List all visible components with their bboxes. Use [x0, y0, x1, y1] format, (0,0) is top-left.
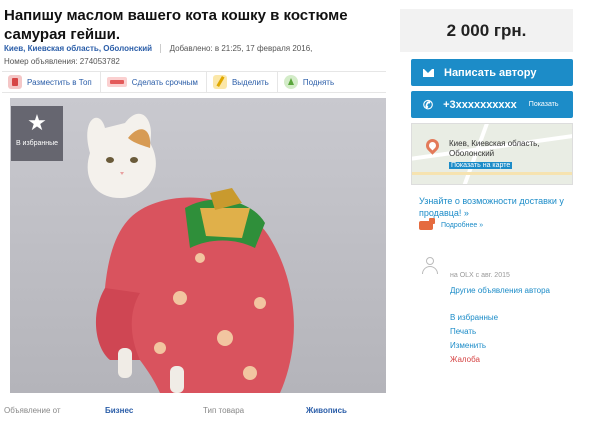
favorites-label: В избранные — [15, 140, 59, 147]
highlighter-pencil-icon — [212, 75, 227, 89]
highlight-label: Выделить — [231, 77, 269, 87]
make-urgent-label: Сделать срочным — [131, 77, 198, 87]
ad-added-date: Добавлено: в 21:25, 17 февраля 2016, — [169, 44, 313, 53]
star-icon: ★ — [27, 110, 47, 135]
promote-top-button[interactable]: Разместить в Топ — [2, 72, 101, 92]
delivery-more-link[interactable]: Подробнее » — [441, 222, 483, 229]
show-on-map-link[interactable]: Показать на карте — [449, 162, 513, 169]
cat-in-kimono-image — [10, 98, 386, 393]
delivery-truck-icon — [419, 218, 435, 230]
user-avatar-icon — [421, 257, 439, 275]
add-to-favorites-badge[interactable]: ★ В избранные — [11, 106, 63, 161]
offer-from-label: Объявление от — [4, 406, 61, 415]
raise-label: Поднять — [302, 77, 335, 87]
ad-meta: Киев, Киевская область, Оболонский Добав… — [4, 44, 313, 54]
other-ads-link[interactable]: Другие объявления автора — [450, 286, 550, 295]
promote-top-label: Разместить в Топ — [27, 77, 92, 87]
complaint-link[interactable]: Жалоба — [450, 353, 498, 367]
print-link[interactable]: Печать — [450, 325, 498, 339]
delivery-info-link[interactable]: Узнайте о возможности доставки у продавц… — [419, 195, 569, 219]
write-author-button[interactable]: Написать автору — [411, 59, 573, 86]
ad-title: Напишу маслом вашего кота кошку в костюм… — [4, 7, 348, 43]
phone-number: +3xxxxxxxxxx — [443, 98, 517, 111]
product-type-value[interactable]: Живопись — [306, 406, 347, 415]
ad-tools-list: В избранные Печать Изменить Жалоба — [450, 311, 498, 367]
edit-link[interactable]: Изменить — [450, 339, 498, 353]
offer-from-value[interactable]: Бизнес — [105, 406, 133, 415]
price: 2 000 грн. — [400, 9, 573, 52]
promo-actions-bar: Разместить в Топ Сделать срочным Выделит… — [2, 71, 386, 93]
top-promo-icon — [8, 75, 22, 89]
divider — [160, 44, 162, 54]
make-urgent-button[interactable]: Сделать срочным — [101, 72, 207, 92]
highlight-button[interactable]: Выделить — [207, 72, 278, 92]
member-since: на OLX с авг. 2015 — [450, 272, 510, 279]
product-type-label: Тип товара — [203, 406, 245, 415]
show-phone-label: Показать — [528, 101, 559, 108]
arrow-up-icon — [283, 75, 298, 89]
write-author-label: Написать автору — [444, 66, 537, 79]
map-location-text: Киев, Киевская область, Оболонский — [449, 139, 540, 158]
ad-number: Номер объявления: 274053782 — [4, 57, 120, 66]
delivery-more-row: Подробнее » — [419, 218, 483, 230]
add-to-favorites-link[interactable]: В избранные — [450, 311, 498, 325]
phone-icon: ✆ — [423, 97, 434, 112]
location-map[interactable]: Киев, Киевская область, Оболонский Показ… — [411, 123, 573, 185]
map-road — [412, 172, 572, 175]
urgent-label-icon — [106, 77, 127, 87]
raise-button[interactable]: Поднять — [278, 72, 342, 92]
envelope-icon — [423, 68, 434, 77]
show-phone-button[interactable]: ✆ +3xxxxxxxxxx Показать — [411, 91, 573, 118]
ad-location-link[interactable]: Киев, Киевская область, Оболонский — [4, 44, 152, 53]
ad-photo[interactable]: ★ В избранные — [10, 98, 386, 393]
